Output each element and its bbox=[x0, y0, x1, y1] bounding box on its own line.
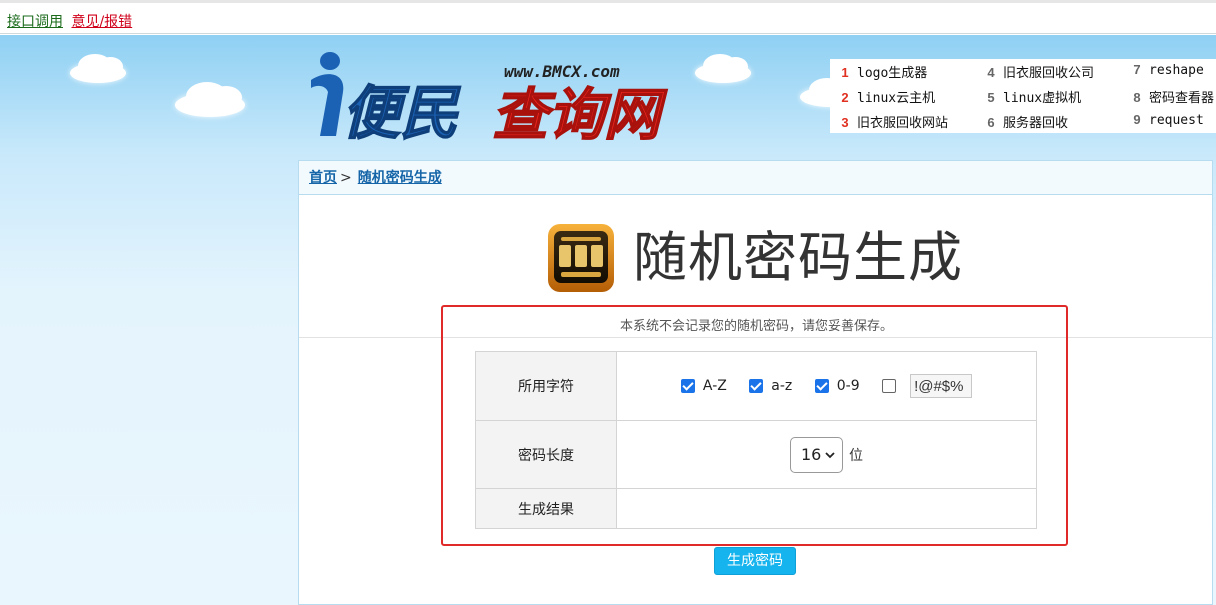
chevron-down-icon bbox=[825, 451, 835, 458]
hot-link[interactable]: 2 linux云主机 bbox=[836, 87, 935, 106]
characters-label: 所用字符 bbox=[475, 351, 617, 421]
lowercase-checkbox[interactable] bbox=[749, 379, 764, 393]
hot-link-number: 3 bbox=[841, 115, 849, 130]
logo-url-text: www.BMCX.com bbox=[504, 62, 620, 81]
generate-password-button[interactable]: 生成密码 bbox=[714, 547, 796, 575]
hot-link-number: 1 bbox=[841, 65, 849, 80]
hot-link-number: 5 bbox=[987, 90, 995, 105]
hot-link[interactable]: 8 密码查看器 bbox=[1128, 87, 1214, 106]
api-link[interactable]: 接口调用 bbox=[7, 14, 63, 30]
hot-link[interactable]: 6 服务器回收 bbox=[982, 112, 1068, 131]
characters-options: A-Z a-z 0-9 bbox=[616, 351, 1037, 421]
digits-checkbox[interactable] bbox=[814, 379, 829, 393]
digits-label: 0-9 bbox=[836, 378, 860, 394]
length-select[interactable]: 16 bbox=[790, 436, 843, 473]
slot-machine-icon bbox=[548, 224, 614, 292]
option-uppercase[interactable]: A-Z bbox=[680, 378, 727, 394]
special-checkbox[interactable] bbox=[882, 379, 897, 393]
hot-link-label: linux虚拟机 bbox=[1003, 91, 1082, 106]
hot-link[interactable]: 9 request bbox=[1128, 112, 1204, 128]
form-row-result: 生成结果 bbox=[475, 488, 1037, 529]
page-title: 随机密码生成 bbox=[633, 226, 963, 289]
cloud-decoration bbox=[70, 54, 126, 83]
hot-link-number: 6 bbox=[987, 115, 995, 130]
form-row-characters: 所用字符 A-Z a-z 0-9 bbox=[475, 351, 1037, 421]
cloud-decoration bbox=[175, 82, 245, 117]
result-output[interactable] bbox=[616, 488, 1037, 529]
hot-link[interactable]: 1 logo生成器 bbox=[836, 62, 927, 81]
hot-link-label: 密码查看器 bbox=[1149, 91, 1215, 106]
hot-link[interactable]: 4 旧衣服回收公司 bbox=[982, 62, 1094, 81]
form-row-length: 密码长度 16 位 bbox=[475, 420, 1037, 489]
length-label: 密码长度 bbox=[475, 420, 617, 489]
title-area: 随机密码生成 bbox=[299, 223, 1214, 295]
breadcrumb-home-link[interactable]: 首页 bbox=[309, 170, 337, 186]
hot-link[interactable]: 5 linux虚拟机 bbox=[982, 87, 1081, 106]
lowercase-label: a-z bbox=[771, 378, 793, 394]
result-label: 生成结果 bbox=[475, 488, 617, 529]
password-form-table: 所用字符 A-Z a-z 0-9 !@#$% 密码长度 16 位 生成结果 bbox=[475, 351, 1037, 529]
special-chars-input[interactable] bbox=[910, 374, 973, 398]
logo-brand-part1: 便民 bbox=[342, 79, 461, 143]
hot-links-panel: 1 logo生成器 2 linux云主机 3 旧衣服回收网站 4 旧衣服回收公司 5 li… bbox=[830, 59, 1216, 133]
hot-link-label: linux云主机 bbox=[857, 91, 936, 106]
hot-link[interactable]: 7 reshape bbox=[1128, 62, 1204, 78]
length-value: 16 bbox=[801, 445, 822, 464]
hot-link-label: logo生成器 bbox=[857, 66, 928, 81]
hot-link-label: 旧衣服回收公司 bbox=[1003, 66, 1095, 81]
option-special[interactable] bbox=[882, 374, 973, 398]
privacy-notice: 本系统不会记录您的随机密码，请您妥善保存。 bbox=[619, 319, 893, 334]
length-control: 16 位 bbox=[616, 420, 1037, 489]
uppercase-label: A-Z bbox=[702, 378, 727, 394]
hot-link-number: 7 bbox=[1133, 62, 1141, 77]
cloud-decoration bbox=[695, 54, 751, 83]
breadcrumb: 首页 > 随机密码生成 bbox=[299, 161, 1212, 195]
breadcrumb-separator: > bbox=[340, 170, 352, 186]
report-link[interactable]: 意见/报错 bbox=[71, 14, 132, 30]
hot-link-number: 4 bbox=[987, 65, 995, 80]
hot-link-label: request bbox=[1149, 113, 1204, 128]
hot-link-label: 服务器回收 bbox=[1003, 116, 1069, 131]
logo-brand-part2: 查询网 bbox=[492, 83, 668, 143]
main-panel: 首页 > 随机密码生成 随机密码生成 本系统不会记录您的随机密码，请您妥善保存。… bbox=[298, 160, 1213, 605]
option-lowercase[interactable]: a-z bbox=[749, 378, 792, 394]
section-divider bbox=[299, 337, 1212, 338]
hot-link-number: 8 bbox=[1133, 90, 1141, 105]
site-logo[interactable]: www.BMCX.com 便民 查询网 bbox=[308, 48, 688, 149]
option-digits[interactable]: 0-9 bbox=[814, 378, 860, 394]
hot-link-number: 2 bbox=[841, 90, 849, 105]
logo-graphic: www.BMCX.com 便民 查询网 bbox=[311, 52, 669, 149]
hot-link[interactable]: 3 旧衣服回收网站 bbox=[836, 112, 948, 131]
uppercase-checkbox[interactable] bbox=[680, 379, 695, 393]
breadcrumb-current-link[interactable]: 随机密码生成 bbox=[358, 170, 442, 186]
top-utility-bar: 接口调用 意见/报错 bbox=[0, 0, 1216, 34]
hot-link-number: 9 bbox=[1133, 112, 1141, 127]
hot-link-label: reshape bbox=[1149, 63, 1204, 78]
length-unit: 位 bbox=[849, 447, 863, 464]
hot-link-label: 旧衣服回收网站 bbox=[857, 116, 949, 131]
